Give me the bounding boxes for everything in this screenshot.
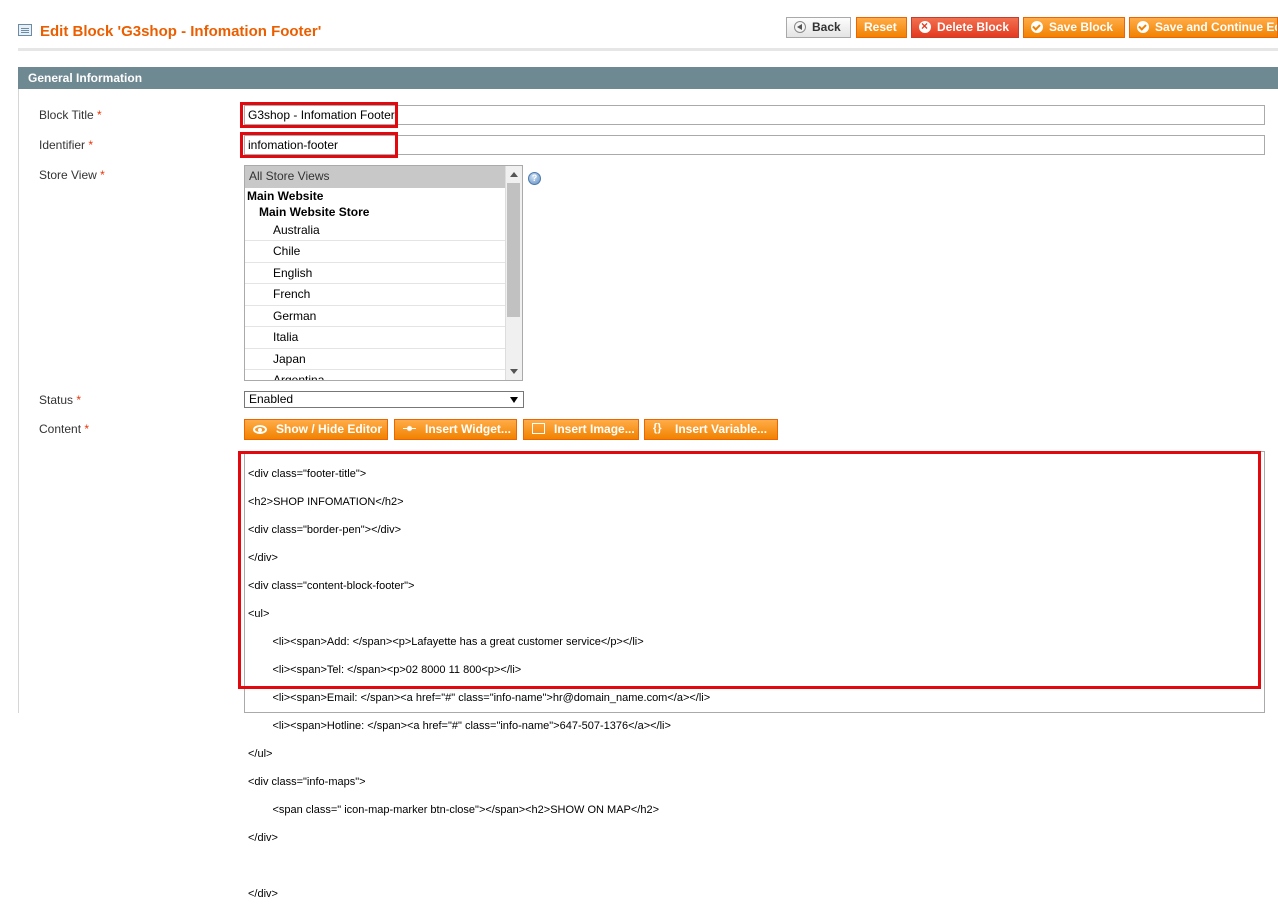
code-line: </ul> (248, 748, 273, 760)
check-icon (1031, 21, 1043, 33)
store-subgroup-label: Main Website Store (259, 204, 370, 219)
store-view-multiselect[interactable]: All Store Views Main Website Main Websit… (244, 165, 523, 381)
code-line: </div> (248, 888, 278, 900)
scroll-up-icon[interactable] (510, 172, 518, 177)
store-group-label: Main Website (247, 188, 324, 203)
delete-icon (919, 18, 931, 36)
code-line: <li><span>Email: </span><a href="#" clas… (248, 692, 711, 704)
delete-block-button[interactable]: Delete Block (911, 17, 1019, 38)
store-option[interactable]: English (245, 263, 507, 284)
code-line: </div> (248, 832, 278, 844)
reset-button[interactable]: Reset (856, 17, 907, 38)
page-grid-icon (18, 24, 32, 36)
store-view-label: Store View * (39, 168, 105, 182)
block-title-label: Block Title * (39, 108, 102, 122)
back-button[interactable]: Back (786, 17, 851, 38)
page-title: Edit Block 'G3shop - Infomation Footer' (40, 23, 322, 40)
block-title-highlight (240, 102, 398, 128)
scroll-down-icon[interactable] (510, 369, 518, 374)
insert-widget-button[interactable]: Insert Widget... (394, 419, 517, 440)
code-line: <div class="info-maps"> (248, 776, 366, 788)
save-and-continue-button[interactable]: Save and Continue Edit (1129, 17, 1278, 38)
image-icon (532, 423, 545, 434)
identifier-highlight (240, 132, 398, 158)
code-line: <li><span>Hotline: </span><a href="#" cl… (248, 720, 671, 732)
variable-icon (653, 419, 666, 438)
store-option-all[interactable]: All Store Views (245, 166, 507, 188)
status-label: Status * (39, 393, 82, 407)
save-block-button[interactable]: Save Block (1023, 17, 1125, 38)
store-option[interactable]: Australia (245, 220, 507, 241)
content-label: Content * (39, 422, 90, 436)
store-option[interactable]: Japan (245, 349, 507, 370)
identifier-label: Identifier * (39, 138, 94, 152)
status-select[interactable]: Enabled (244, 391, 524, 408)
store-option[interactable]: French (245, 284, 507, 306)
back-arrow-icon (794, 21, 806, 33)
store-option[interactable]: Italia (245, 327, 507, 349)
help-icon[interactable]: ? (528, 172, 541, 185)
section-title: General Information (18, 67, 1278, 89)
code-line: <span class=" icon-map-marker btn-close"… (248, 804, 660, 816)
store-option[interactable]: Chile (245, 241, 507, 263)
store-option[interactable]: Argentina (245, 370, 507, 380)
scroll-thumb[interactable] (507, 183, 520, 317)
eye-icon (253, 425, 267, 434)
check-icon (1137, 21, 1149, 33)
dropdown-arrow-icon (510, 397, 518, 403)
store-view-scrollbar[interactable] (505, 166, 522, 380)
content-highlight (238, 451, 1261, 689)
insert-variable-button[interactable]: Insert Variable... (644, 419, 778, 440)
show-hide-editor-button[interactable]: Show / Hide Editor (244, 419, 388, 440)
widget-icon (403, 423, 416, 434)
insert-image-button[interactable]: Insert Image... (523, 419, 639, 440)
store-option[interactable]: German (245, 306, 507, 327)
